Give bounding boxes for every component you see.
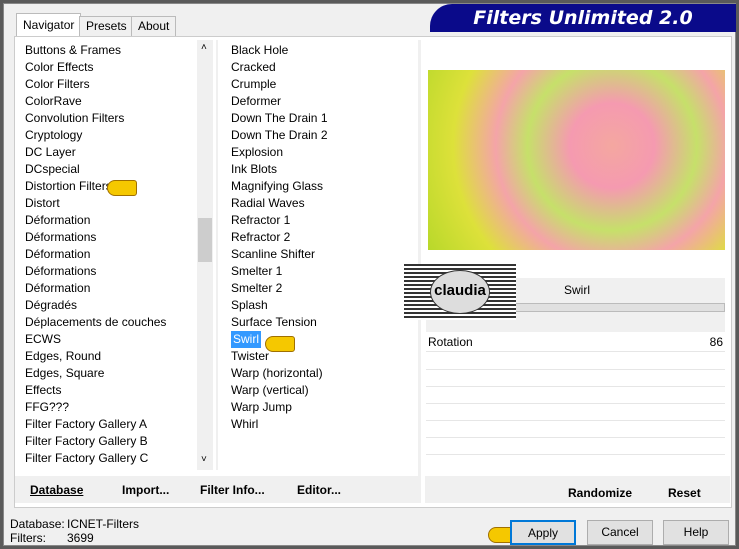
list-item[interactable]: Convolution Filters xyxy=(25,110,124,127)
filters-label: Filters: xyxy=(10,531,46,545)
randomize-button[interactable]: Randomize xyxy=(568,486,632,500)
list-item[interactable]: Smelter 1 xyxy=(231,263,282,280)
list-item[interactable]: Effects xyxy=(25,382,61,399)
list-item[interactable]: Warp (vertical) xyxy=(231,382,309,399)
param-toolbar: Randomize Reset xyxy=(425,476,730,503)
filter-preview xyxy=(428,70,725,250)
category-list[interactable]: Buttons & Frames Color Effects Color Filte… xyxy=(17,40,197,470)
list-item[interactable]: Explosion xyxy=(231,144,283,161)
list-item[interactable]: Déformation xyxy=(25,280,90,297)
list-item[interactable]: Warp Jump xyxy=(231,399,292,416)
list-item[interactable]: Down The Drain 2 xyxy=(231,127,328,144)
list-item[interactable]: Edges, Square xyxy=(25,365,104,382)
import-button[interactable]: Import... xyxy=(122,483,169,497)
list-item[interactable]: Déformations xyxy=(25,229,96,246)
list-item[interactable]: Swirl xyxy=(231,331,261,348)
editor-button[interactable]: Editor... xyxy=(297,483,341,497)
filter-name: Swirl xyxy=(564,283,590,297)
cancel-button[interactable]: Cancel xyxy=(587,520,653,545)
param-label: Rotation xyxy=(428,335,473,349)
filter-info-button[interactable]: Filter Info... xyxy=(200,483,265,497)
pointing-hand-icon xyxy=(107,180,137,196)
scroll-down-icon[interactable]: ˅ xyxy=(201,454,207,465)
apply-button[interactable]: Apply xyxy=(510,520,576,545)
list-item[interactable]: Cracked xyxy=(231,59,276,76)
list-item[interactable]: DCspecial xyxy=(25,161,80,178)
list-item[interactable]: FFG??? xyxy=(25,399,69,416)
list-item[interactable]: Warp (horizontal) xyxy=(231,365,323,382)
list-item[interactable]: DC Layer xyxy=(25,144,76,161)
list-item[interactable]: Color Filters xyxy=(25,76,90,93)
list-item[interactable]: Cryptology xyxy=(25,127,82,144)
list-item[interactable]: Magnifying Glass xyxy=(231,178,323,195)
list-item[interactable]: Crumple xyxy=(231,76,276,93)
database-toolbar: Database Import... Filter Info... Editor… xyxy=(15,476,418,503)
list-item[interactable]: Buttons & Frames xyxy=(25,42,121,59)
watermark-logo: claudia xyxy=(404,264,516,320)
filters-count: 3699 xyxy=(67,531,94,545)
list-item[interactable]: Distortion Filters xyxy=(25,178,112,195)
list-item[interactable]: Déformation xyxy=(25,212,90,229)
tab-navigator[interactable]: Navigator xyxy=(16,13,82,37)
list-item[interactable]: Déformations xyxy=(25,263,96,280)
list-item[interactable]: Distort xyxy=(25,195,60,212)
list-item[interactable]: Filter Factory Gallery B xyxy=(25,433,148,450)
help-button[interactable]: Help xyxy=(663,520,729,545)
list-item[interactable]: Down The Drain 1 xyxy=(231,110,328,127)
list-item[interactable]: Splash xyxy=(231,297,268,314)
list-item[interactable]: Déplacements de couches xyxy=(25,314,166,331)
list-item[interactable]: Refractor 2 xyxy=(231,229,290,246)
list-item[interactable]: Color Effects xyxy=(25,59,93,76)
list-item[interactable]: Twister xyxy=(231,348,269,365)
database-value: ICNET-Filters xyxy=(67,517,139,531)
list-item[interactable]: Smelter 2 xyxy=(231,280,282,297)
list-item[interactable]: Deformer xyxy=(231,93,281,110)
scroll-thumb[interactable] xyxy=(198,218,212,262)
pointing-hand-icon xyxy=(265,336,295,352)
list-item[interactable]: Ink Blots xyxy=(231,161,277,178)
list-item[interactable]: Edges, Round xyxy=(25,348,101,365)
list-item[interactable]: Dégradés xyxy=(25,297,77,314)
database-button[interactable]: Database xyxy=(30,483,83,497)
list-item[interactable]: Déformation xyxy=(25,246,90,263)
app-title: Filters Unlimited 2.0 xyxy=(430,4,736,32)
list-item[interactable]: Filter Factory Gallery A xyxy=(25,416,147,433)
category-scrollbar[interactable]: ˄ ˅ xyxy=(197,40,213,470)
list-item[interactable]: Scanline Shifter xyxy=(231,246,315,263)
tab-about[interactable]: About xyxy=(131,16,177,36)
list-item[interactable]: Black Hole xyxy=(231,42,288,59)
reset-button[interactable]: Reset xyxy=(668,486,701,500)
list-item[interactable]: Whirl xyxy=(231,416,258,433)
list-item[interactable]: Filter Factory Gallery C xyxy=(25,450,148,467)
filter-list[interactable]: Black Hole Cracked Crumple Deformer Down The… xyxy=(218,40,418,470)
param-value-slider[interactable]: 86 xyxy=(700,335,723,349)
list-item[interactable]: Surface Tension xyxy=(231,314,317,331)
database-label: Database: xyxy=(10,517,65,531)
list-item[interactable]: Radial Waves xyxy=(231,195,305,212)
tab-presets[interactable]: Presets xyxy=(79,16,134,36)
scroll-up-icon[interactable]: ˄ xyxy=(201,42,207,53)
list-item[interactable]: ColorRave xyxy=(25,93,82,110)
list-item[interactable]: ECWS xyxy=(25,331,61,348)
list-item[interactable]: Refractor 1 xyxy=(231,212,290,229)
